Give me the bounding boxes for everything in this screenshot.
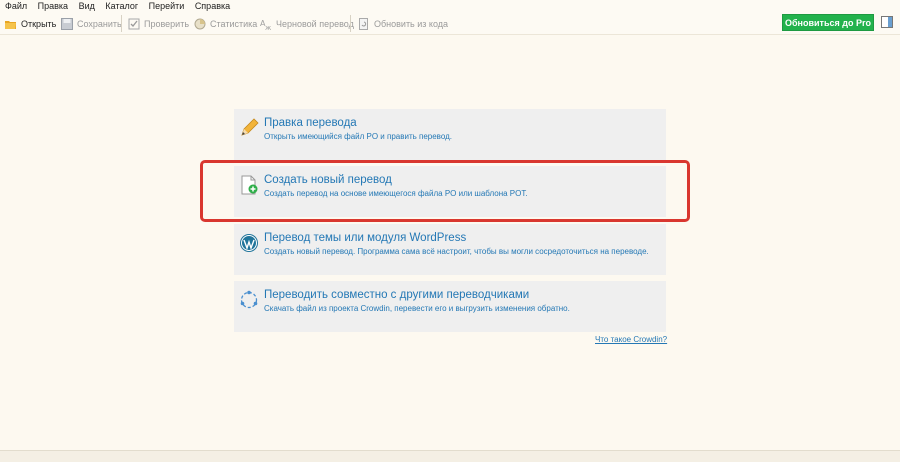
menu-help[interactable]: Справка (195, 1, 230, 11)
status-bar (0, 450, 900, 462)
menu-catalog[interactable]: Каталог (105, 1, 138, 11)
rough-translation-button[interactable]: A ж Черновой перевод (260, 16, 354, 31)
checklist-icon (128, 18, 140, 29)
toolbar: Открыть Сохранить Проверить Статистика A… (0, 13, 900, 35)
svg-text:ж: ж (265, 24, 272, 30)
stats-label: Статистика (210, 18, 258, 29)
validate-button[interactable]: Проверить (128, 16, 189, 31)
card-title: Перевод темы или модуля WordPress (264, 232, 467, 244)
card-description: Создать новый перевод. Программа сама вс… (264, 247, 649, 256)
folder-icon (5, 20, 16, 29)
update-icon (359, 17, 368, 30)
upgrade-pro-button[interactable]: Обновиться до Pro (782, 14, 874, 31)
what-is-crowdin-link[interactable]: Что такое Crowdin? (595, 335, 667, 344)
highlight-box (200, 160, 690, 222)
edit-translation-card[interactable]: Правка перевода Открыть имеющийся файл P… (234, 109, 666, 160)
pie-chart-icon (194, 18, 206, 29)
menu-view[interactable]: Вид (79, 1, 95, 11)
sidebar-toggle-icon[interactable] (881, 16, 893, 28)
card-description: Открыть имеющийся файл PO и править пере… (264, 132, 453, 141)
update-from-code-button[interactable]: Обновить из кода (358, 16, 448, 31)
menu-bar: Файл Правка Вид Каталог Перейти Справка (0, 0, 900, 13)
save-label: Сохранить (77, 18, 122, 29)
menu-go[interactable]: Перейти (149, 1, 185, 11)
crowdin-icon (240, 290, 258, 309)
pencil-icon (241, 118, 259, 136)
wordpress-icon (240, 234, 258, 252)
crowdin-card[interactable]: Переводить совместно с другими переводчи… (234, 281, 666, 332)
menu-file[interactable]: Файл (5, 1, 27, 11)
stats-button[interactable]: Статистика (194, 16, 257, 31)
validate-label: Проверить (144, 18, 190, 29)
toolbar-divider (121, 15, 122, 32)
open-button[interactable]: Открыть (5, 16, 56, 31)
menu-edit[interactable]: Правка (38, 1, 68, 11)
save-icon (61, 17, 73, 30)
open-label: Открыть (21, 18, 57, 29)
card-title: Правка перевода (264, 117, 357, 129)
translate-icon: A ж (260, 19, 272, 30)
wordpress-card[interactable]: Перевод темы или модуля WordPress Создат… (234, 224, 666, 275)
save-button[interactable]: Сохранить (61, 16, 122, 31)
card-title: Переводить совместно с другими переводчи… (264, 289, 530, 301)
rough-translation-label: Черновой перевод (276, 18, 354, 29)
update-from-code-label: Обновить из кода (374, 18, 449, 29)
card-description: Скачать файл из проекта Crowdin, перевес… (264, 304, 570, 313)
toolbar-divider (350, 15, 351, 32)
